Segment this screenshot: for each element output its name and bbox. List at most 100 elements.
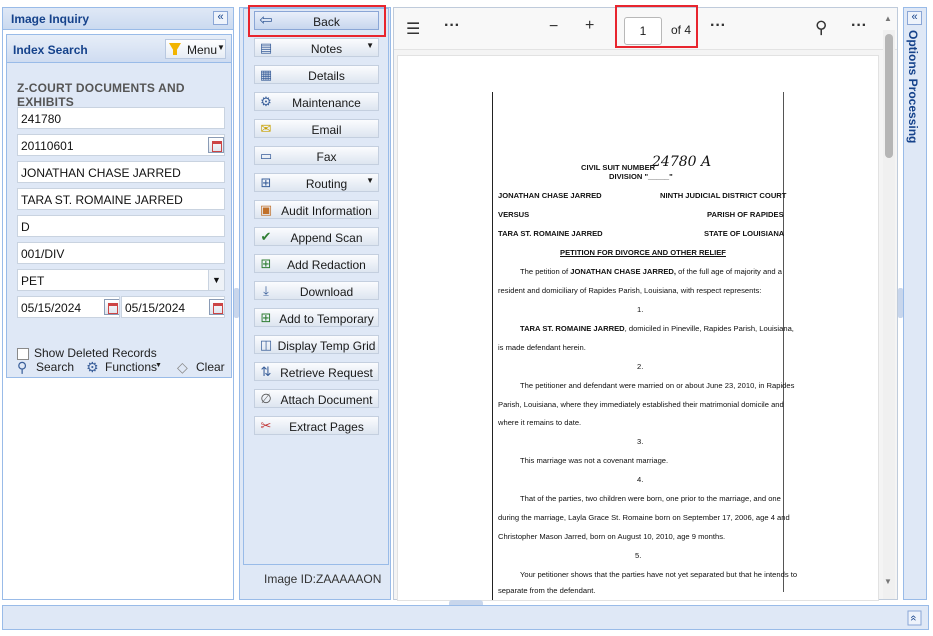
date-to-value: 05/15/2024 [125, 301, 186, 315]
options-processing-title: Options Processing [906, 30, 920, 144]
expand-right-panel-button[interactable]: « [907, 11, 922, 25]
menu-button[interactable]: Menu ▼ [165, 39, 226, 59]
date-from-value: 05/15/2024 [21, 301, 82, 315]
download-button[interactable]: ⤓ Download [254, 281, 379, 300]
options-processing-panel[interactable]: « Options Processing [903, 7, 927, 600]
filing-date-field[interactable]: 20110601 [17, 134, 225, 156]
back-highlight-box [248, 5, 386, 37]
grid-clock-icon: ◫ [259, 337, 273, 352]
list-icon[interactable]: ☰ [406, 19, 420, 39]
email-label: Email [311, 123, 342, 137]
image-id-label: Image ID:ZAAAAAON [264, 572, 382, 586]
clipboard-icon: ▣ [259, 202, 273, 217]
search-icon[interactable]: ⚲ [815, 18, 827, 38]
image-inquiry-title: Image Inquiry [11, 12, 90, 26]
index-search-title: Index Search [13, 43, 88, 57]
paragraph-2-line-1: The petitioner and defendant were marrie… [520, 381, 795, 390]
handwritten-suit-number: 24780 A [652, 154, 712, 170]
plaintiff-field[interactable]: JONATHAN CHASE JARRED [17, 161, 225, 183]
routing-button[interactable]: ⊞ Routing ▼ [254, 173, 379, 192]
document-type-value: PET [21, 274, 45, 288]
viewer-scrollbar[interactable] [883, 30, 895, 599]
clear-label: Clear [196, 360, 225, 374]
audit-information-label: Audit Information [281, 204, 372, 218]
division-field[interactable]: 001/DIV [17, 242, 225, 264]
show-deleted-label: Show Deleted Records [34, 346, 157, 360]
date-to-field[interactable]: 05/15/2024 [121, 296, 225, 318]
functions-button[interactable]: ⚙ Functions ▼ [86, 359, 166, 375]
retrieve-request-button[interactable]: ⇅ Retrieve Request [254, 362, 379, 381]
fax-button[interactable]: ▭ Fax [254, 146, 379, 165]
email-button[interactable]: ✉ Email [254, 119, 379, 138]
defendant-field[interactable]: TARA ST. ROMAINE JARRED [17, 188, 225, 210]
paragraph-1-line-2: is made defendant herein. [498, 343, 586, 352]
more-options-right-button[interactable]: ··· [851, 17, 867, 35]
notes-button[interactable]: ▤ Notes ▼ [254, 38, 379, 57]
numeral-2: 2. [637, 362, 644, 371]
zoom-out-button[interactable]: − [549, 18, 558, 36]
notes-icon: ▤ [259, 40, 273, 55]
suit-number-label: CIVIL SUIT NUMBER [581, 163, 656, 172]
details-icon: ▦ [259, 67, 273, 82]
case-type-field[interactable]: D [17, 215, 225, 237]
gear-icon: ⚙ [86, 359, 99, 375]
calendar-icon[interactable] [208, 137, 224, 153]
paragraph-4-line-2: during the marriage, Layla Grace St. Rom… [498, 513, 790, 522]
scroll-up-icon[interactable]: ▲ [884, 14, 892, 23]
display-temp-grid-button[interactable]: ◫ Display Temp Grid [254, 335, 379, 354]
chevron-down-icon[interactable]: ▼ [208, 270, 224, 290]
eraser-icon: ◇ [177, 359, 188, 375]
calendar-icon[interactable] [104, 299, 119, 315]
versus-text: VERSUS [498, 210, 530, 219]
clear-button[interactable]: ◇ Clear [177, 359, 227, 375]
expand-bottom-panel-button[interactable]: » [907, 610, 922, 626]
add-redaction-label: Add Redaction [287, 258, 366, 272]
search-button[interactable]: ⚲ Search [17, 359, 77, 375]
menu-label: Menu [187, 43, 218, 57]
calendar-icon[interactable] [209, 299, 224, 315]
extract-pages-button[interactable]: ✂ Extract Pages [254, 416, 379, 435]
p1-text-bold: TARA ST. ROMAINE JARRED [520, 324, 625, 333]
notes-label: Notes [310, 42, 343, 56]
collapse-left-panel-button[interactable]: « [213, 11, 228, 25]
image-inquiry-header: Image Inquiry « [3, 8, 233, 30]
details-button[interactable]: ▦ Details [254, 65, 379, 84]
case-number-field[interactable]: 241780 [17, 107, 225, 129]
more-options-center-button[interactable]: ··· [710, 17, 726, 35]
more-options-left-button[interactable]: ··· [444, 17, 460, 35]
audit-information-button[interactable]: ▣ Audit Information [254, 200, 379, 219]
zoom-in-button[interactable]: + [585, 17, 594, 35]
p0-text-pre: The petition of [520, 267, 571, 276]
index-search-box: Index Search Menu ▼ Z-COURT DOCUMENTS AN… [6, 34, 232, 378]
download-icon: ⤓ [263, 283, 269, 298]
attach-document-button[interactable]: ∅ Attach Document [254, 389, 379, 408]
check-circle-icon: ✔ [260, 229, 272, 244]
extract-pages-icon: ✂ [260, 418, 272, 433]
chevron-down-icon: ▼ [155, 362, 162, 369]
add-redaction-button[interactable]: ⊞ Add Redaction [254, 254, 379, 273]
maintenance-button[interactable]: ⚙ Maintenance [254, 92, 379, 111]
add-to-temporary-button[interactable]: ⊞ Add to Temporary [254, 308, 379, 327]
functions-label: Functions [105, 360, 158, 374]
scroll-down-icon[interactable]: ▼ [884, 577, 892, 586]
scrollbar-thumb[interactable] [885, 34, 893, 158]
paragraph-2-line-3: where it remains to date. [498, 418, 582, 427]
append-scan-label: Append Scan [290, 231, 363, 245]
plus-box-icon: ⊞ [260, 310, 272, 325]
paragraph-5-line-1: Your petitioner shows that the parties h… [520, 570, 798, 579]
p0-text-post: of the full age of majority and a [676, 267, 782, 276]
append-scan-button[interactable]: ✔ Append Scan [254, 227, 379, 246]
numeral-1: 1. [637, 305, 644, 314]
petition-heading: PETITION FOR DIVORCE AND OTHER RELIEF [560, 248, 726, 257]
extract-pages-label: Extract Pages [289, 420, 364, 434]
document-type-title: Z-COURT DOCUMENTS AND EXHIBITS [17, 81, 185, 109]
parish-name: PARISH OF RAPIDES [707, 210, 784, 219]
division-label: DIVISION "_____" [609, 172, 673, 181]
paperclip-icon: ∅ [260, 391, 272, 406]
attach-document-label: Attach Document [280, 393, 373, 407]
document-type-select[interactable]: PET ▼ [17, 269, 225, 291]
date-from-field[interactable]: 05/15/2024 [17, 296, 120, 318]
routing-icon: ⊞ [260, 175, 272, 190]
paragraph-0-line-2: resident and domiciliary of Rapides Pari… [498, 286, 762, 295]
left-margin-rule [492, 92, 493, 600]
